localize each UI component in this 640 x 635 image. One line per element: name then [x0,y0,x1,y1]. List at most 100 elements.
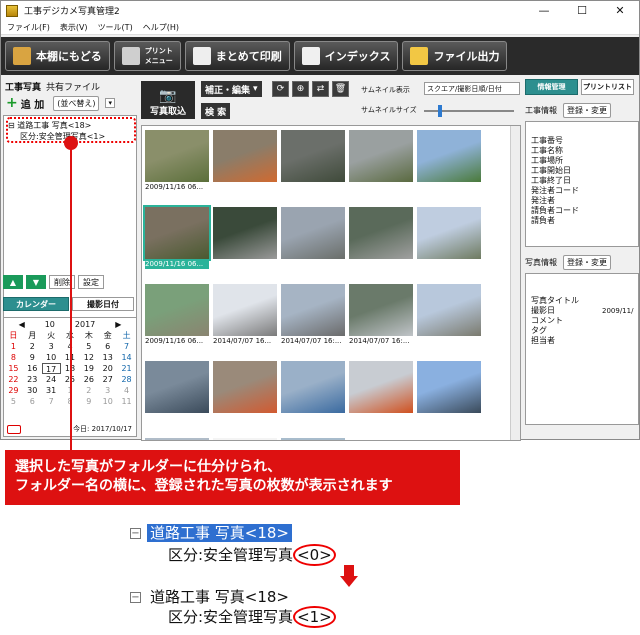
calendar-day[interactable]: 7 [42,396,61,407]
prev-month-icon[interactable]: ◀ [19,320,25,329]
menu-tools[interactable]: ツール(T) [98,22,133,33]
calendar-day[interactable]: 11 [117,396,136,407]
photo-thumbnail[interactable] [349,361,413,423]
calendar-day[interactable]: 9 [79,396,98,407]
file-output-button[interactable]: ファイル出力 [402,41,508,71]
calendar-day[interactable]: 20 [98,363,117,374]
tab-shared-files[interactable]: 共有ファイル [46,80,100,93]
photo-thumbnail[interactable]: 2014/07/07 16:... [281,284,345,346]
back-to-shelf-button[interactable]: 本棚にもどる [5,41,110,71]
next-month-icon[interactable]: ▶ [115,320,121,329]
photo-thumbnail[interactable] [281,130,345,192]
photo-thumbnail[interactable] [213,361,277,423]
slider-handle[interactable] [438,105,442,117]
photo-thumbnail[interactable] [281,207,345,269]
photo-thumbnail[interactable] [145,438,209,440]
calendar-day[interactable]: 12 [79,352,98,363]
move-up-button[interactable]: ▲ [3,275,23,289]
photo-thumbnail[interactable] [349,207,413,269]
work-register-button[interactable]: 登録・変更 [563,103,611,118]
calendar-day[interactable]: 29 [4,385,23,396]
photo-image [145,438,209,440]
photo-thumbnail[interactable] [349,130,413,192]
zoom-icon[interactable]: ⊕ [292,81,309,97]
calendar-day[interactable]: 2 [23,341,42,352]
edit-dropdown[interactable]: 補正・編集 ▾ [201,81,262,97]
menu-help[interactable]: ヘルプ(H) [143,22,179,33]
calendar-day[interactable]: 23 [23,374,42,385]
photo-thumbnail[interactable] [213,207,277,269]
calendar-day[interactable]: 5 [4,396,23,407]
index-button[interactable]: インデックス [293,41,399,71]
calendar-day[interactable]: 28 [117,374,136,385]
photo-thumbnail[interactable]: 2014/07/07 16... [213,284,277,346]
tab-calendar[interactable]: カレンダー [3,297,69,311]
batch-print-button[interactable]: まとめて印刷 [184,41,290,71]
calendar-day[interactable]: 9 [23,352,42,363]
calendar-day[interactable]: 5 [79,341,98,352]
photo-thumbnail[interactable]: 2009/11/16 06... [145,130,209,192]
tab-print-list[interactable]: プリントリスト [581,79,634,95]
close-button[interactable]: ✕ [601,1,639,20]
calendar-day[interactable]: 3 [98,385,117,396]
photo-thumbnail[interactable]: 2009/11/16 06... [143,205,211,269]
tab-info-management[interactable]: 情報管理 [525,79,578,95]
calendar-day[interactable]: 30 [23,385,42,396]
calendar-day[interactable]: 6 [23,396,42,407]
calendar-day[interactable]: 17 [41,363,61,374]
calendar-day[interactable]: 31 [42,385,61,396]
maximize-button[interactable]: ☐ [563,1,601,20]
photo-thumbnail[interactable] [417,130,481,192]
calendar-day[interactable]: 10 [98,396,117,407]
calendar-day[interactable]: 19 [79,363,98,374]
photo-thumbnail[interactable] [213,130,277,192]
sort-dropdown[interactable]: (並べ替え) [53,95,100,111]
calendar-day[interactable]: 4 [117,385,136,396]
search-button[interactable]: 検 索 [201,103,231,119]
calendar-day[interactable]: 13 [98,352,117,363]
import-photos-button[interactable]: 📷 写真取込 [141,81,195,119]
print-menu-button[interactable]: プリント メニュー [113,41,181,71]
rotate-icon[interactable]: ⟳ [272,81,289,97]
photo-thumbnail[interactable]: 2014/07/07 16:... [349,284,413,346]
calendar-day[interactable]: 15 [4,363,23,374]
calendar-day[interactable]: 26 [79,374,98,385]
add-button[interactable]: + 追 加 [3,95,47,111]
calendar-day[interactable]: 1 [4,341,23,352]
calendar-day[interactable]: 27 [98,374,117,385]
calendar-day[interactable]: 2 [79,385,98,396]
photo-thumbnail[interactable] [417,207,481,269]
settings-button[interactable]: 設定 [78,275,104,289]
menu-view[interactable]: 表示(V) [60,22,88,33]
calendar-day[interactable]: 16 [23,363,42,374]
minimize-button[interactable]: — [525,1,563,20]
menu-file[interactable]: ファイル(F) [7,22,50,33]
calendar-day[interactable]: 3 [42,341,61,352]
calendar-day[interactable]: 24 [42,374,61,385]
calendar-day[interactable]: 7 [117,341,136,352]
trash-icon[interactable]: 🗑 [332,81,349,97]
calendar-day[interactable]: 6 [98,341,117,352]
photo-thumbnail[interactable] [417,284,481,346]
photo-thumbnail[interactable]: 2009/11/16 06... [145,284,209,346]
thumb-size-slider[interactable] [424,105,514,117]
calendar-day[interactable]: 10 [42,352,61,363]
thumb-display-select[interactable]: スクエア/撮影日順/日付 [424,82,520,95]
tab-shoot-date[interactable]: 撮影日付 [72,297,134,311]
photo-register-button[interactable]: 登録・変更 [563,255,611,270]
chevron-down-icon[interactable]: ▾ [105,98,115,108]
photo-thumbnail[interactable] [145,361,209,423]
calendar-day[interactable]: 21 [117,363,136,374]
photo-thumbnail[interactable] [213,438,277,440]
calendar-day[interactable]: 8 [4,352,23,363]
calendar-day[interactable]: 22 [4,374,23,385]
tab-construction-photos[interactable]: 工事写真 [5,80,41,93]
calendar-day[interactable]: 14 [117,352,136,363]
photo-thumbnail[interactable] [281,361,345,423]
scrollbar[interactable] [510,126,520,440]
move-down-button[interactable]: ▼ [26,275,46,289]
photo-thumbnail[interactable] [417,361,481,423]
photo-caption: 2009/11/16 06... [145,183,204,191]
photo-thumbnail[interactable] [281,438,345,440]
swap-icon[interactable]: ⇄ [312,81,329,97]
